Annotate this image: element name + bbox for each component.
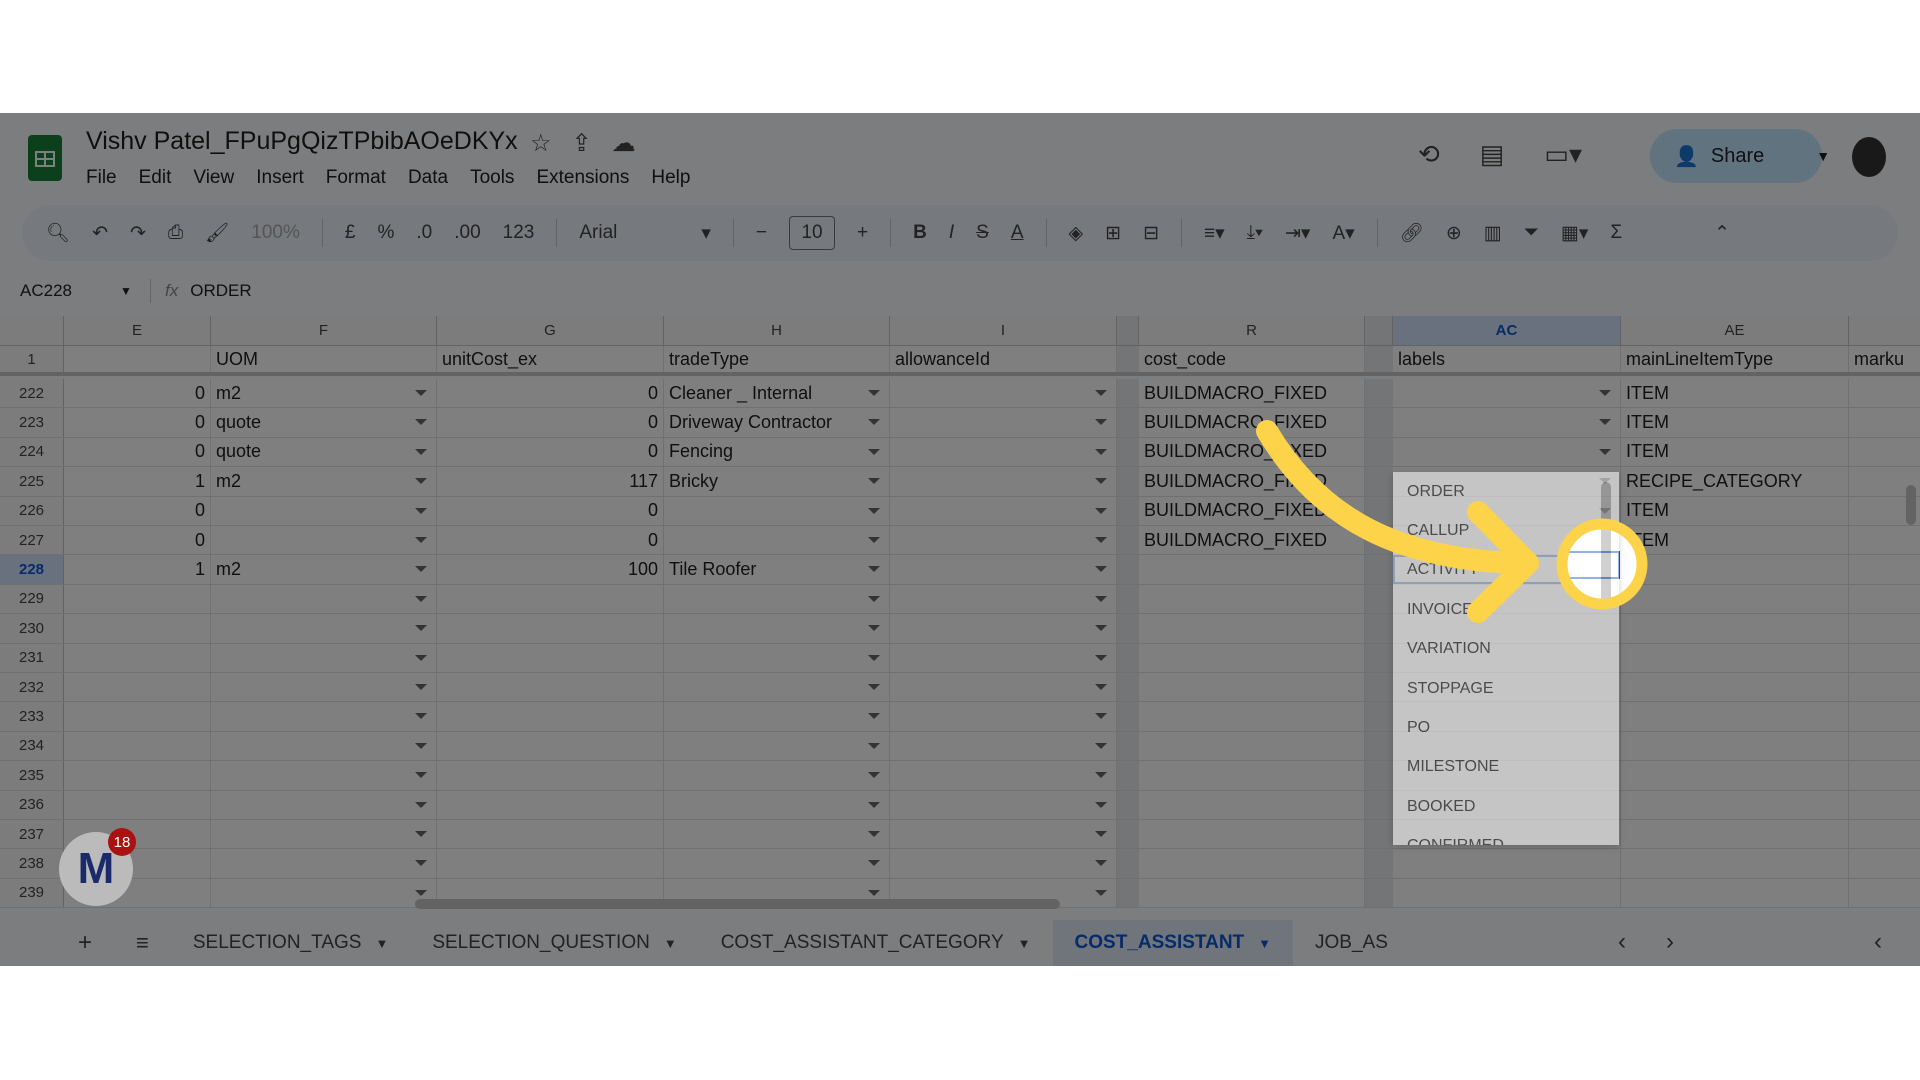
highlight-circle bbox=[1556, 518, 1648, 610]
notification-badge: 18 bbox=[108, 828, 136, 856]
annotation-arrow bbox=[1256, 420, 1648, 623]
